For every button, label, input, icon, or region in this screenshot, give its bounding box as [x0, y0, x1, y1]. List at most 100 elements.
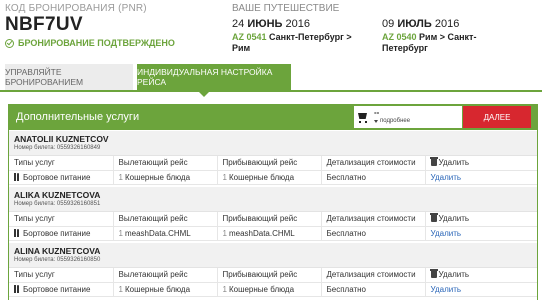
- service-cell: Бортовое питание: [9, 226, 114, 241]
- inbound-value: Кошерные блюда: [228, 284, 295, 294]
- col-inbound: Прибывающий рейс: [217, 268, 322, 283]
- cart-icon: [358, 113, 367, 119]
- cart-summary[interactable]: -- подробнее: [354, 106, 462, 128]
- tab-customize-flight[interactable]: ИНДИВИДУАЛЬНАЯ НАСТРОЙКА РЕЙСА: [137, 64, 291, 97]
- delete-cell: Удалить: [425, 282, 537, 297]
- passenger-block: ALINA KUZNETCOVA Номер билета: 055932616…: [9, 243, 537, 297]
- segment-date: 24 ИЮНЬ 2016: [232, 18, 372, 30]
- col-delete-label: Удалить: [438, 270, 470, 280]
- cart-wheels-icon: [359, 121, 367, 123]
- inbound-cell: 1 Кошерные блюда: [217, 282, 322, 297]
- panel-header: Дополнительные услуги -- подробнее ДАЛЕЕ: [9, 105, 537, 130]
- inbound-qty: 1: [222, 172, 227, 182]
- passenger-header: ALIKA KUZNETCOVA Номер билета: 055932616…: [9, 187, 537, 212]
- outbound-cell: 1 Кошерные блюда: [113, 170, 218, 185]
- col-service-type: Типы услуг: [9, 156, 114, 171]
- trip-segment-outbound: 24 ИЮНЬ 2016 AZ 0541 Санкт-Петербург > Р…: [232, 18, 372, 54]
- services-table: Типы услуг Вылетающий рейс Прибывающий р…: [9, 212, 537, 241]
- flight-number[interactable]: AZ 0541: [232, 32, 267, 42]
- flight-number[interactable]: AZ 0540: [382, 32, 417, 42]
- service-cell: Бортовое питание: [9, 282, 114, 297]
- outbound-value: Кошерные блюда: [124, 284, 191, 294]
- service-cell: Бортовое питание: [9, 170, 114, 185]
- passenger-name: ALINA KUZNETCOVA: [14, 246, 101, 256]
- col-outbound: Вылетающий рейс: [113, 156, 218, 171]
- cart-details-link[interactable]: подробнее: [374, 118, 410, 124]
- delete-link[interactable]: Удалить: [431, 173, 462, 182]
- cart-details-text: подробнее: [380, 118, 411, 124]
- outbound-cell: 1 Кошерные блюда: [113, 282, 218, 297]
- col-inbound: Прибывающий рейс: [217, 156, 322, 171]
- segment-month: ИЮНЬ: [247, 18, 283, 30]
- col-cost-detail: Детализация стоимости: [321, 268, 426, 283]
- col-delete: Удалить: [425, 212, 537, 227]
- passenger-block: ALIKA KUZNETCOVA Номер билета: 055932616…: [9, 187, 537, 241]
- segment-date: 09 ИЮЛЬ 2016: [382, 18, 522, 30]
- col-inbound: Прибывающий рейс: [217, 212, 322, 227]
- delete-cell: Удалить: [425, 170, 537, 185]
- ticket-number: Номер билета: 0559326160849: [14, 145, 101, 151]
- outbound-value: meashData.CHML: [124, 228, 191, 238]
- panel-title: Дополнительные услуги: [16, 111, 140, 123]
- outbound-cell: 1 meashData.CHML: [113, 226, 218, 241]
- services-table: Типы услуг Вылетающий рейс Прибывающий р…: [9, 156, 537, 185]
- cost-cell: Бесплатно: [321, 170, 426, 185]
- col-delete: Удалить: [425, 156, 537, 171]
- trash-icon: [429, 269, 438, 279]
- inbound-cell: 1 meashData.CHML: [217, 226, 322, 241]
- table-row: Бортовое питание 1 meashData.CHML 1 meashD…: [9, 226, 537, 241]
- services-table: Типы услуг Вылетающий рейс Прибывающий р…: [9, 268, 537, 297]
- passenger-name: ANATOLII KUZNETCOV: [14, 134, 109, 144]
- inbound-qty: 1: [222, 228, 227, 238]
- table-header-row: Типы услуг Вылетающий рейс Прибывающий р…: [9, 268, 537, 283]
- fork-knife-icon: [14, 172, 20, 181]
- trash-icon: [429, 213, 438, 223]
- segment-year: 2016: [285, 18, 310, 30]
- col-cost-detail: Детализация стоимости: [321, 212, 426, 227]
- delete-link[interactable]: Удалить: [431, 285, 462, 294]
- col-service-type: Типы услуг: [9, 212, 114, 227]
- segment-month: ИЮЛЬ: [397, 18, 432, 30]
- check-circle-icon: [5, 38, 14, 48]
- trip-label: ВАШЕ ПУТЕШЕСТВИЕ: [232, 3, 340, 14]
- trip-segment-return: 09 ИЮЛЬ 2016 AZ 0540 Рим > Санкт-Петербу…: [382, 18, 522, 54]
- next-button[interactable]: ДАЛЕЕ: [463, 106, 531, 128]
- table-row: Бортовое питание 1 Кошерные блюда 1 Кошерн…: [9, 170, 537, 185]
- fork-knife-icon: [14, 228, 20, 237]
- segment-day: 09: [382, 18, 395, 30]
- col-service-type: Типы услуг: [9, 268, 114, 283]
- cost-cell: Бесплатно: [321, 282, 426, 297]
- delete-link[interactable]: Удалить: [431, 229, 462, 238]
- cart-price: --: [374, 108, 380, 117]
- extra-services-panel: Дополнительные услуги -- подробнее ДАЛЕЕ…: [8, 104, 538, 300]
- pnr-label: КОД БРОНИРОВАНИЯ (PNR): [5, 3, 147, 14]
- passenger-header: ANATOLII KUZNETCOV Номер билета: 0559326…: [9, 131, 537, 156]
- fork-knife-icon: [14, 284, 20, 293]
- col-delete-label: Удалить: [438, 158, 470, 168]
- passenger-header: ALINA KUZNETCOVA Номер билета: 055932616…: [9, 243, 537, 268]
- inbound-qty: 1: [222, 284, 227, 294]
- booking-status: БРОНИРОВАНИЕ ПОДТВЕРЖДЕНО: [5, 38, 175, 48]
- segment-day: 24: [232, 18, 245, 30]
- booking-status-text: БРОНИРОВАНИЕ ПОДТВЕРЖДЕНО: [18, 38, 175, 48]
- outbound-qty: 1: [118, 172, 123, 182]
- trash-icon: [429, 157, 438, 167]
- booking-header: КОД БРОНИРОВАНИЯ (PNR) NBF7UV БРОНИРОВАН…: [0, 0, 542, 62]
- service-name: Бортовое питание: [23, 228, 91, 238]
- passenger-block: ANATOLII KUZNETCOV Номер билета: 0559326…: [9, 131, 537, 185]
- caret-down-icon: [374, 119, 378, 123]
- tab-manage-booking[interactable]: УПРАВЛЯЙТЕ БРОНИРОВАНИЕМ: [5, 64, 133, 90]
- col-cost-detail: Детализация стоимости: [321, 156, 426, 171]
- col-outbound: Вылетающий рейс: [113, 268, 218, 283]
- outbound-value: Кошерные блюда: [124, 172, 191, 182]
- segment-year: 2016: [434, 18, 460, 30]
- segment-route: AZ 0541 Санкт-Петербург > Рим: [232, 32, 372, 54]
- table-header-row: Типы услуг Вылетающий рейс Прибывающий р…: [9, 212, 537, 227]
- inbound-value: Кошерные блюда: [228, 172, 295, 182]
- table-row: Бортовое питание 1 Кошерные блюда 1 Кошерн…: [9, 282, 537, 297]
- cost-cell: Бесплатно: [321, 226, 426, 241]
- outbound-qty: 1: [118, 228, 123, 238]
- booking-tabs: УПРАВЛЯЙТЕ БРОНИРОВАНИЕМ ИНДИВИДУАЛЬНАЯ …: [0, 64, 542, 97]
- ticket-number: Номер билета: 0559326160851: [14, 201, 101, 207]
- ticket-number: Номер билета: 0559326160850: [14, 257, 101, 263]
